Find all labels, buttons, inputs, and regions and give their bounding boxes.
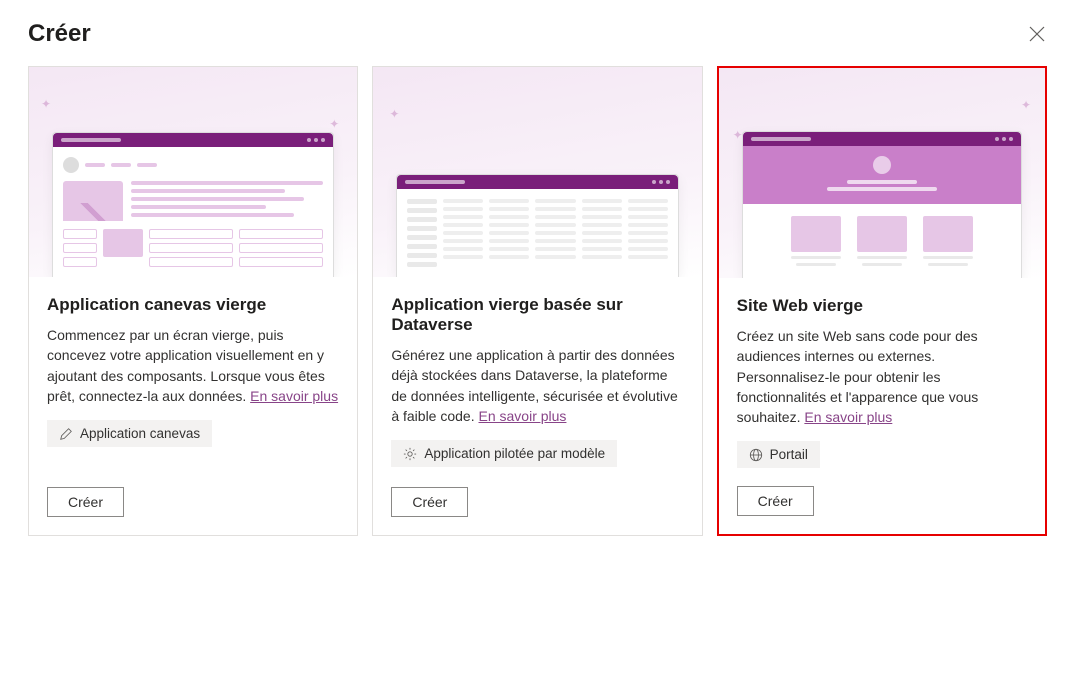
learn-more-link[interactable]: En savoir plus — [804, 409, 892, 425]
create-button[interactable]: Créer — [47, 487, 124, 517]
create-button[interactable]: Créer — [737, 486, 814, 516]
card-title: Application canevas vierge — [47, 295, 339, 315]
pencil-icon — [59, 427, 73, 441]
globe-icon — [749, 448, 763, 462]
card-blank-website: ✦ ✦ Site Web vierge Créez un site Web sa… — [717, 66, 1047, 536]
learn-more-link[interactable]: En savoir plus — [250, 388, 338, 404]
card-description: Créez un site Web sans code pour des aud… — [737, 326, 1027, 427]
app-type-tag: Portail — [737, 441, 820, 468]
app-type-tag: Application pilotée par modèle — [391, 440, 617, 467]
close-icon[interactable] — [1027, 24, 1047, 44]
page-title: Créer — [28, 20, 91, 48]
card-description: Générez une application à partir des don… — [391, 345, 683, 426]
create-button[interactable]: Créer — [391, 487, 468, 517]
card-canvas-app: ✦ ✦ — [28, 66, 358, 536]
card-description: Commencez par un écran vierge, puis conc… — [47, 325, 339, 406]
card-title: Site Web vierge — [737, 296, 1027, 316]
card-grid: ✦ ✦ — [28, 66, 1047, 536]
card-thumbnail: ✦ ✦ — [719, 68, 1045, 278]
gear-icon — [403, 447, 417, 461]
card-title: Application vierge basée sur Dataverse — [391, 295, 683, 335]
card-thumbnail: ✦ — [373, 67, 701, 277]
app-type-tag: Application canevas — [47, 420, 212, 447]
card-dataverse-app: ✦ — [372, 66, 702, 536]
card-thumbnail: ✦ ✦ — [29, 67, 357, 277]
learn-more-link[interactable]: En savoir plus — [479, 408, 567, 424]
